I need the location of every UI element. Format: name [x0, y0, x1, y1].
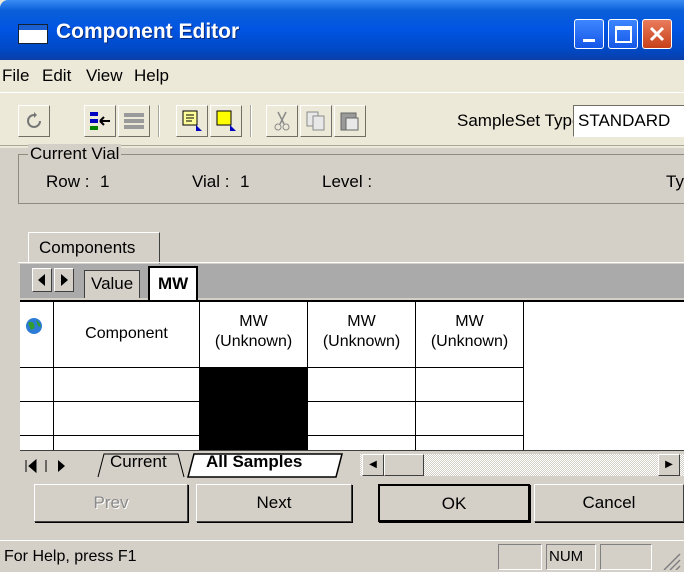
window-title: Component Editor [56, 20, 240, 43]
column-header-top: MW [347, 313, 376, 330]
close-button[interactable] [642, 19, 672, 49]
fill-down-button[interactable] [210, 105, 242, 137]
refresh-button[interactable] [18, 105, 50, 137]
status-panel-num: NUM [546, 544, 596, 570]
grid-cell[interactable] [308, 368, 416, 402]
toolbar: SampleSet Type: STANDARD [0, 92, 684, 146]
column-header-top: MW [455, 313, 484, 330]
prev-button[interactable]: Prev [34, 484, 188, 522]
row-header[interactable] [20, 368, 54, 402]
copy-icon [306, 111, 325, 131]
paste-button[interactable] [334, 105, 366, 137]
grid-cell-selected[interactable] [200, 402, 308, 436]
resize-grip-icon[interactable] [660, 550, 682, 570]
maximize-icon [615, 26, 632, 43]
sheet-nav-icons[interactable] [22, 456, 82, 476]
close-icon [649, 26, 665, 42]
tab-scroll-left-button[interactable] [32, 268, 52, 292]
minimize-icon [583, 39, 595, 42]
refresh-icon [27, 112, 41, 128]
menu-bar: File Edit View Help [0, 60, 684, 90]
grid-cell[interactable] [416, 368, 524, 402]
delete-row-button[interactable] [118, 105, 150, 137]
grid-cell[interactable] [54, 368, 200, 402]
menu-file[interactable]: File [2, 66, 29, 86]
sampleset-type-select[interactable]: STANDARD [573, 105, 684, 137]
column-header-mw-1[interactable]: MW (Unknown) [200, 302, 308, 368]
column-header-label: Component [85, 325, 168, 342]
tab-components[interactable]: Components [28, 232, 160, 264]
triangle-left-icon [38, 274, 45, 286]
column-header-bottom: (Unknown) [214, 333, 293, 350]
tab-mw[interactable]: MW [148, 266, 199, 300]
triangle-right-icon [61, 274, 68, 286]
copy-down-button[interactable] [176, 105, 208, 137]
copy-down-icon [182, 110, 202, 131]
ok-button[interactable]: OK [378, 484, 530, 522]
delete-row-icon [124, 113, 144, 129]
tab-scroll-right-button[interactable] [54, 268, 74, 292]
components-grid[interactable]: Component MW (Unknown) MW (Unknown) MW (… [20, 300, 684, 452]
column-header-component[interactable]: Component [54, 302, 200, 368]
vial-value: 1 [240, 172, 250, 191]
level-label: Level : [322, 172, 373, 191]
column-header-top: MW [239, 313, 268, 330]
globe-icon [26, 318, 42, 334]
status-help-text: For Help, press F1 [4, 548, 137, 565]
column-header-bottom: (Unknown) [322, 333, 401, 350]
scroll-right-button[interactable]: ▶ [658, 454, 680, 476]
menu-view[interactable]: View [86, 66, 123, 86]
toolbar-separator [158, 105, 160, 137]
maximize-button[interactable] [608, 19, 638, 49]
toolbar-separator [250, 105, 252, 137]
current-vial-title: Current Vial [28, 144, 122, 164]
sheet-tab-all-samples[interactable]: All Samples [206, 452, 302, 472]
scroll-left-button[interactable]: ◀ [362, 454, 384, 476]
insert-row-icon [90, 112, 110, 130]
cancel-button[interactable]: Cancel [534, 484, 684, 522]
copy-button[interactable] [300, 105, 332, 137]
column-header-mw-3[interactable]: MW (Unknown) [416, 302, 524, 368]
column-header-mw-2[interactable]: MW (Unknown) [308, 302, 416, 368]
row-value: 1 [100, 172, 110, 191]
vial-label: Vial : [192, 172, 230, 191]
cut-button[interactable] [266, 105, 298, 137]
type-label: Ty [666, 172, 684, 191]
sampleset-type-label: SampleSet Type: [457, 111, 587, 130]
menu-edit[interactable]: Edit [42, 66, 71, 86]
fill-down-icon [216, 110, 236, 131]
paste-icon [340, 112, 359, 131]
grid-cell-selected[interactable] [200, 368, 308, 402]
status-panel-scroll [600, 544, 652, 570]
grid-cell[interactable] [308, 402, 416, 436]
cut-icon [274, 111, 290, 131]
scrollbar-thumb[interactable] [384, 454, 424, 476]
column-header-bottom: (Unknown) [430, 333, 509, 350]
app-icon[interactable] [18, 24, 48, 44]
row-header[interactable] [20, 402, 54, 436]
tab-value[interactable]: Value [84, 270, 141, 298]
minimize-button[interactable] [574, 19, 604, 49]
grid-cell[interactable] [54, 402, 200, 436]
insert-row-button[interactable] [84, 105, 116, 137]
tab-panel-border [18, 262, 684, 263]
row-label: Row : [46, 172, 90, 191]
next-button[interactable]: Next [196, 484, 352, 522]
status-panel-caps [498, 544, 542, 570]
sheet-tab-current[interactable]: Current [110, 452, 167, 472]
menu-help[interactable]: Help [134, 66, 169, 86]
grid-cell[interactable] [416, 402, 524, 436]
grid-corner[interactable] [20, 302, 54, 368]
